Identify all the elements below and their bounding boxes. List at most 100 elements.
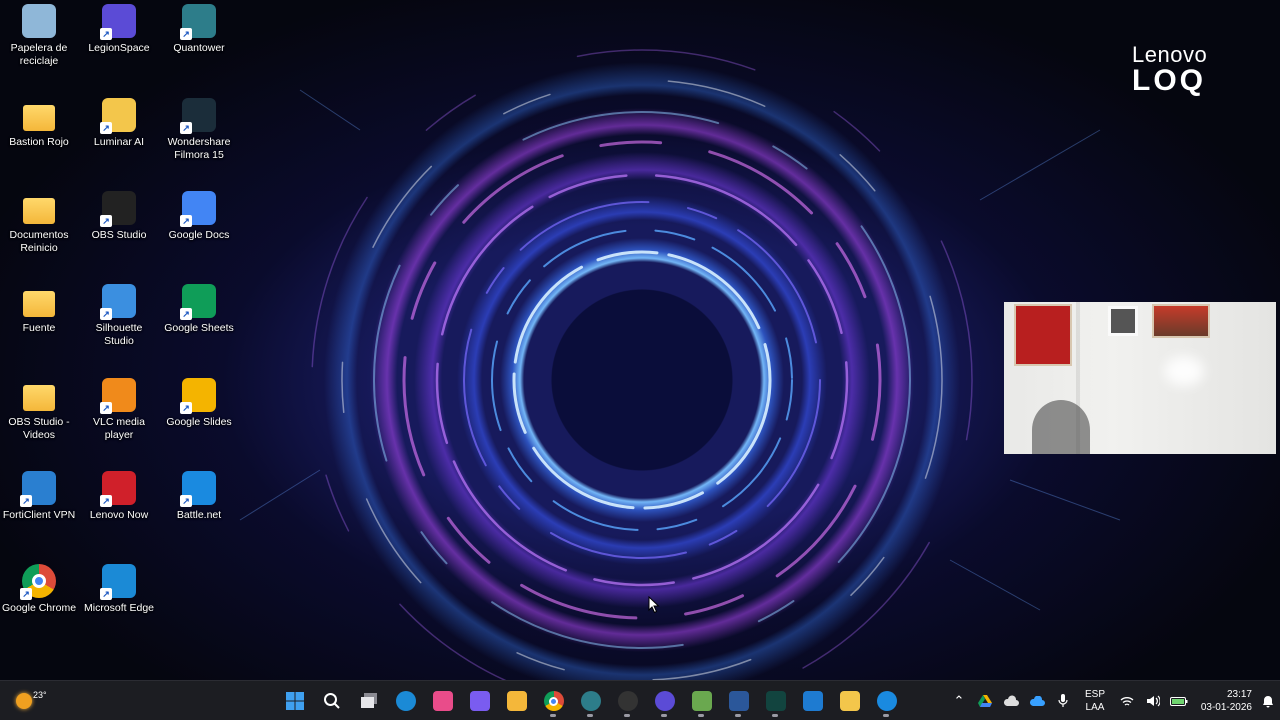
desktop-icon-label: Fuente — [22, 322, 56, 334]
legionspace-icon — [654, 691, 675, 711]
webcam-light-reflection — [1164, 356, 1204, 386]
desktop-icon-label: Microsoft Edge — [83, 602, 155, 614]
shortcut-arrow-icon: ↗ — [180, 122, 192, 134]
taskbar-obs[interactable] — [609, 685, 646, 717]
desktop-icon[interactable]: Documentos Reinicio — [0, 191, 78, 255]
taskbar-filmora[interactable] — [757, 685, 794, 717]
wifi-icon[interactable] — [1114, 681, 1140, 720]
desktop-icon[interactable]: ↗ FortiClient VPN — [0, 471, 78, 522]
desktop-icon[interactable]: OBS Studio - Videos — [0, 378, 78, 442]
taskbar-chrome[interactable] — [535, 685, 572, 717]
battery-charging-icon[interactable] — [1166, 681, 1192, 720]
obs-icon: ↗ — [100, 191, 136, 227]
desktop-icon[interactable]: ↗ Lenovo Now — [80, 471, 158, 522]
folder-icon — [22, 98, 56, 132]
forticlient-icon: ↗ — [20, 471, 56, 507]
start-button[interactable] — [276, 685, 313, 717]
legionspace-icon: ↗ — [100, 4, 136, 40]
shortcut-arrow-icon: ↗ — [20, 588, 32, 600]
desktop-icon-label: OBS Studio — [91, 229, 147, 241]
mouse-cursor-icon — [648, 596, 660, 614]
desktop-icon[interactable]: ↗ Luminar AI — [80, 98, 158, 149]
desktop-icon[interactable]: ↗ LegionSpace — [80, 4, 158, 55]
desktop-icon[interactable]: ↗ Google Docs — [160, 191, 238, 242]
chrome-icon — [543, 691, 564, 711]
taskbar-legionspace[interactable] — [646, 685, 683, 717]
taskbar: 23° ⌃ ESP LAA 23:17 03-01-2026 — [0, 680, 1280, 720]
desktop-icon[interactable]: ↗ VLC media player — [80, 378, 158, 442]
chrome-icon: ↗ — [20, 564, 56, 600]
copilot-icon — [469, 691, 490, 711]
google-drive-tray-icon[interactable] — [972, 681, 998, 720]
shortcut-arrow-icon: ↗ — [100, 495, 112, 507]
desktop-icon[interactable]: ↗ Quantower — [160, 4, 238, 55]
folder-icon — [22, 191, 56, 225]
search-button[interactable] — [313, 685, 350, 717]
desktop-icon-label: FortiClient VPN — [2, 509, 76, 521]
desktop-icon[interactable]: ↗ Battle.net — [160, 471, 238, 522]
clock-time: 23:17 — [1226, 689, 1252, 700]
google-sheets-icon: ↗ — [180, 284, 216, 320]
desktop-icon-label: Lenovo Now — [89, 509, 149, 521]
desktop-icon[interactable]: ↗ Google Sheets — [160, 284, 238, 335]
microphone-icon[interactable] — [1050, 681, 1076, 720]
input-language-indicator[interactable]: ESP LAA — [1076, 688, 1114, 714]
weather-sun-icon — [16, 693, 32, 709]
battlenet-icon — [876, 691, 897, 711]
folder-icon — [22, 378, 56, 412]
cloud-sync-icon[interactable] — [998, 681, 1024, 720]
taskbar-word[interactable] — [720, 685, 757, 717]
desktop-icon-label: Luminar AI — [93, 136, 145, 148]
webcam-painting — [1152, 304, 1210, 338]
chevron-up-icon[interactable]: ⌃ — [946, 681, 972, 720]
desktop-icon[interactable]: ↗ OBS Studio — [80, 191, 158, 242]
edge-icon — [395, 691, 416, 711]
desktop-icon-label: Documentos Reinicio — [9, 229, 69, 254]
clock[interactable]: 23:17 03-01-2026 — [1192, 688, 1256, 714]
task-view-icon — [359, 691, 379, 711]
webcam-photo-frame — [1108, 306, 1138, 336]
desktop-icon-label: VLC media player — [93, 416, 145, 441]
shortcut-arrow-icon: ↗ — [100, 28, 112, 40]
desktop-icon[interactable]: ↗ Silhouette Studio — [80, 284, 158, 348]
taskbar-notepad-plus[interactable] — [683, 685, 720, 717]
windows-logo-icon — [285, 691, 305, 711]
webcam-preview[interactable] — [1004, 302, 1276, 454]
taskbar-app-blossom[interactable] — [424, 685, 461, 717]
vscode-icon — [802, 691, 823, 711]
desktop-icon[interactable]: ↗ Google Chrome — [0, 564, 78, 615]
weather-widget[interactable]: 23° — [16, 687, 47, 715]
shortcut-arrow-icon: ↗ — [100, 402, 112, 414]
volume-icon[interactable] — [1140, 681, 1166, 720]
language-code: ESP — [1084, 689, 1105, 700]
task-view-button[interactable] — [350, 685, 387, 717]
shortcut-arrow-icon: ↗ — [180, 495, 192, 507]
silhouette-icon: ↗ — [100, 284, 136, 320]
desktop-icon-label: Google Sheets — [164, 322, 234, 334]
desktop-icon[interactable]: ↗ Wondershare Filmora 15 — [160, 98, 238, 162]
filmora-icon — [765, 691, 786, 711]
desktop-icon[interactable]: ↗ Google Slides — [160, 378, 238, 429]
folder-icon — [22, 284, 56, 318]
desktop-icon[interactable]: Fuente — [0, 284, 78, 335]
app-blossom-icon — [432, 691, 453, 711]
desktop-icon-label: Papelera de reciclaje — [10, 42, 68, 67]
taskbar-quantower[interactable] — [572, 685, 609, 717]
shortcut-arrow-icon: ↗ — [100, 122, 112, 134]
desktop-icon-label: Google Chrome — [1, 602, 77, 614]
onedrive-icon[interactable] — [1024, 681, 1050, 720]
logo-model: LOQ — [1132, 64, 1206, 97]
taskbar-edge[interactable] — [387, 685, 424, 717]
taskbar-luminar[interactable] — [831, 685, 868, 717]
shortcut-arrow-icon: ↗ — [100, 308, 112, 320]
taskbar-copilot[interactable] — [461, 685, 498, 717]
taskbar-battlenet[interactable] — [868, 685, 905, 717]
quantower-icon — [580, 691, 601, 711]
desktop-icon[interactable]: Bastion Rojo — [0, 98, 78, 149]
desktop-icon[interactable]: Papelera de reciclaje — [0, 4, 78, 68]
taskbar-file-explorer[interactable] — [498, 685, 535, 717]
desktop-icon[interactable]: ↗ Microsoft Edge — [80, 564, 158, 615]
notification-bell-icon[interactable] — [1256, 695, 1280, 708]
taskbar-vscode[interactable] — [794, 685, 831, 717]
recycle-bin-icon — [22, 4, 56, 38]
